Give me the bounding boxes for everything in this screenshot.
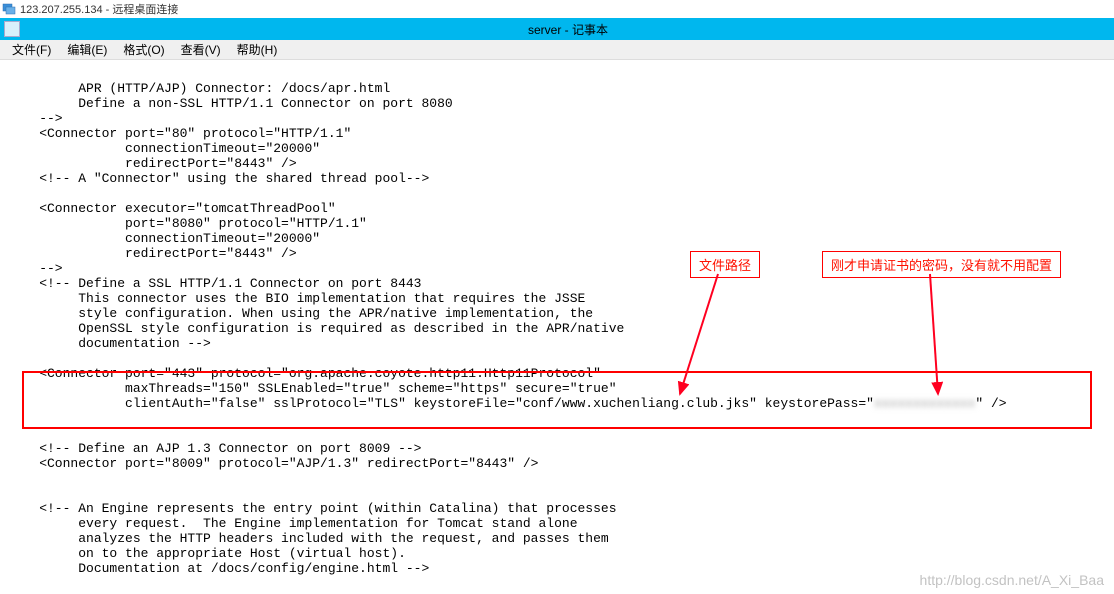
code-line: <!-- An Engine represents the entry poin… xyxy=(8,501,617,516)
code-line: This connector uses the BIO implementati… xyxy=(8,291,585,306)
code-line: on to the appropriate Host (virtual host… xyxy=(8,546,406,561)
code-line: OpenSSL style configuration is required … xyxy=(8,321,624,336)
code-line: connectionTimeout="20000" xyxy=(8,231,320,246)
rdp-titlebar: 123.207.255.134 - 远程桌面连接 xyxy=(0,0,1114,18)
menu-format[interactable]: 格式(O) xyxy=(115,39,172,60)
menubar: 文件(F) 编辑(E) 格式(O) 查看(V) 帮助(H) xyxy=(0,40,1114,60)
code-line: <Connector port="80" protocol="HTTP/1.1" xyxy=(8,126,351,141)
code-line: analyzes the HTTP headers included with … xyxy=(8,531,609,546)
code-line: port="8080" protocol="HTTP/1.1" xyxy=(8,216,367,231)
code-line: <!-- Define a SSL HTTP/1.1 Connector on … xyxy=(8,276,421,291)
code-line: <!-- A "Connector" using the shared thre… xyxy=(8,171,429,186)
menu-file[interactable]: 文件(F) xyxy=(4,39,59,60)
notepad-titlebar: server - 记事本 xyxy=(0,18,1114,40)
menu-view[interactable]: 查看(V) xyxy=(173,39,229,60)
code-line: Documentation at /docs/config/engine.htm… xyxy=(8,561,429,576)
code-line: style configuration. When using the APR/… xyxy=(8,306,593,321)
code-line: every request. The Engine implementation… xyxy=(8,516,578,531)
code-line: redirectPort="8443" /> xyxy=(8,246,297,261)
menu-help[interactable]: 帮助(H) xyxy=(229,39,286,60)
rdp-icon xyxy=(2,2,16,16)
code-line xyxy=(8,186,39,201)
code-line: APR (HTTP/AJP) Connector: /docs/apr.html xyxy=(8,81,390,96)
highlight-ssl-connector xyxy=(22,371,1092,429)
notepad-title: server - 记事本 xyxy=(26,21,1110,38)
code-line: documentation --> xyxy=(8,336,211,351)
editor-content[interactable]: APR (HTTP/AJP) Connector: /docs/apr.html… xyxy=(0,60,1114,582)
code-line: <!-- Define an AJP 1.3 Connector on port… xyxy=(8,441,421,456)
code-line: <Connector executor="tomcatThreadPool" xyxy=(8,201,336,216)
code-line: connectionTimeout="20000" xyxy=(8,141,320,156)
code-line: --> xyxy=(8,261,63,276)
code-line: Define a non-SSL HTTP/1.1 Connector on p… xyxy=(8,96,453,111)
menu-edit[interactable]: 编辑(E) xyxy=(59,39,115,60)
code-line: --> xyxy=(8,111,63,126)
watermark: http://blog.csdn.net/A_Xi_Baa xyxy=(920,572,1104,588)
annotation-filepath: 文件路径 xyxy=(690,251,760,278)
code-line: redirectPort="8443" /> xyxy=(8,156,297,171)
annotation-password: 刚才申请证书的密码，没有就不用配置 xyxy=(822,251,1061,278)
code-line xyxy=(8,351,31,366)
notepad-icon xyxy=(4,21,20,37)
rdp-title: 123.207.255.134 - 远程桌面连接 xyxy=(20,1,178,17)
code-line: <Connector port="8009" protocol="AJP/1.3… xyxy=(8,456,539,471)
